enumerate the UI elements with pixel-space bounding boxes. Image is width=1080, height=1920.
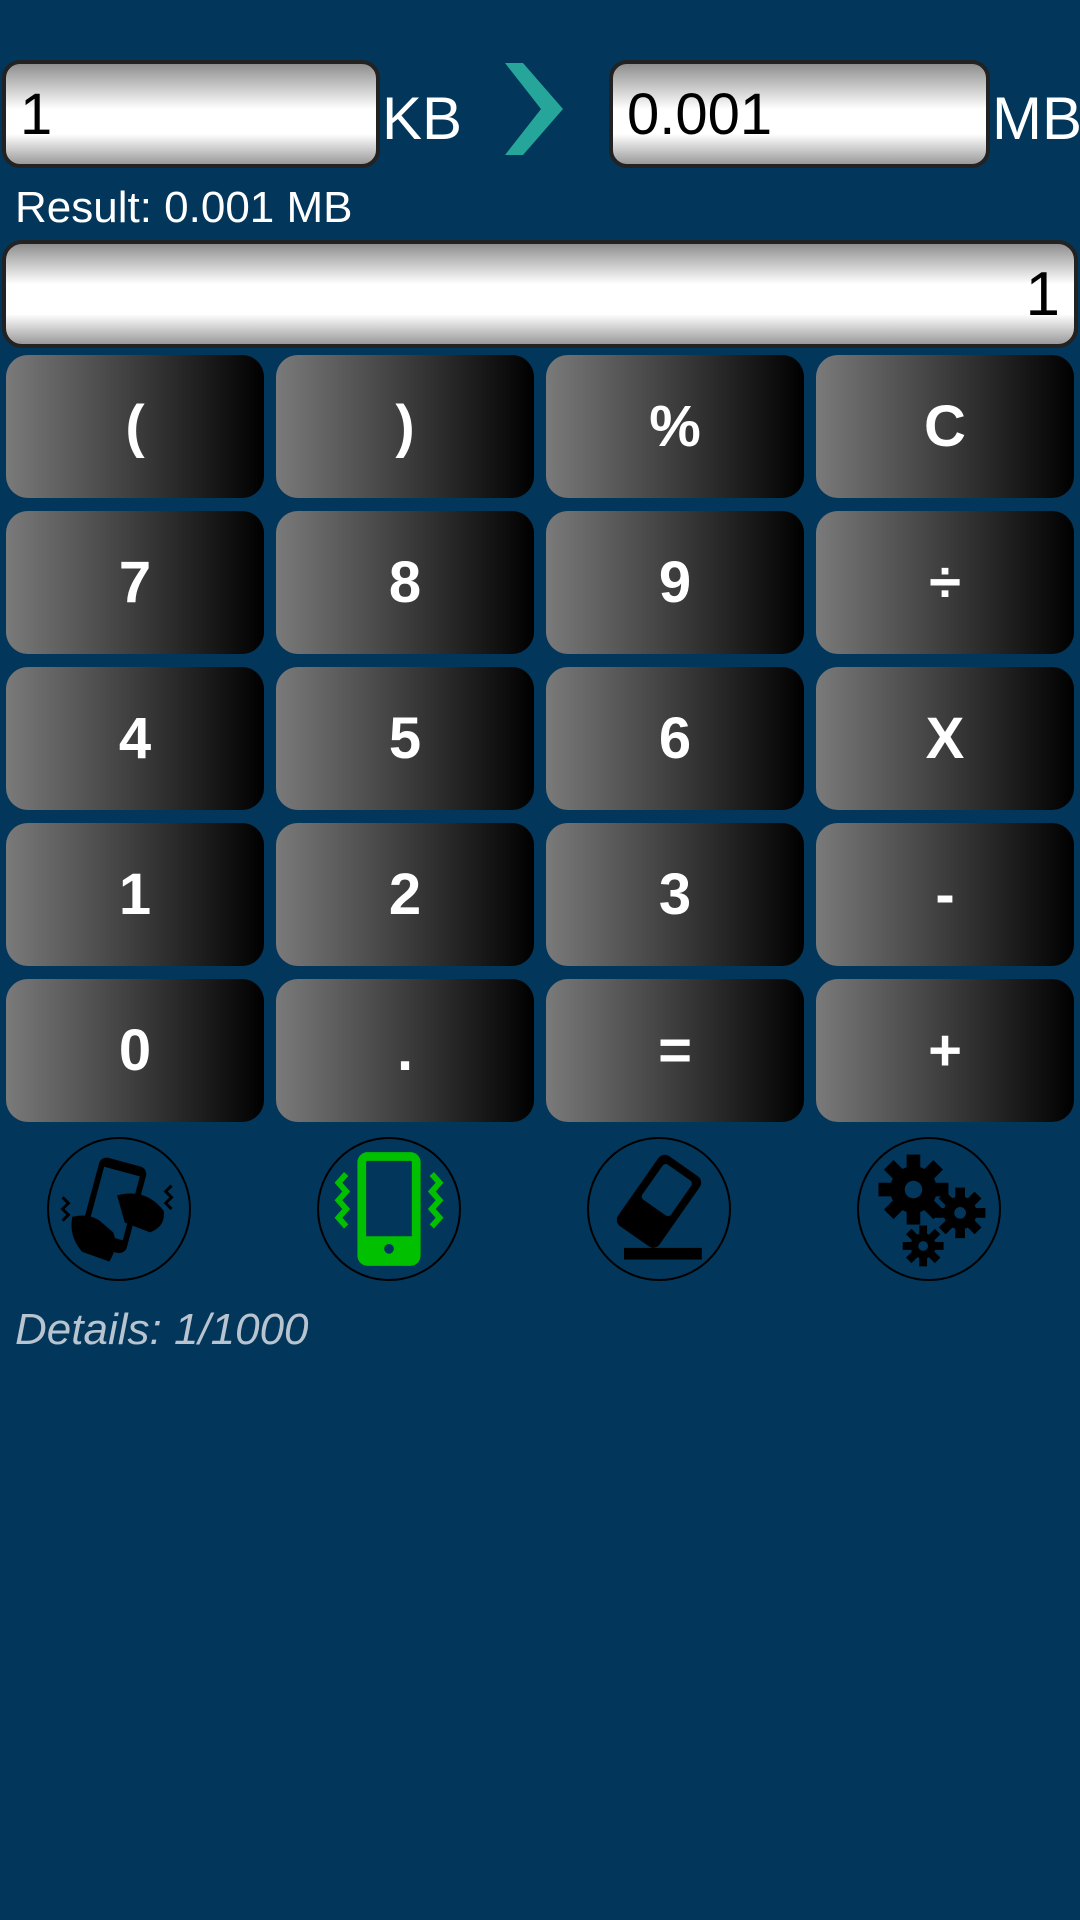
result-text: Result: 0.001 MB <box>15 183 353 232</box>
settings-button[interactable] <box>857 1137 1001 1281</box>
one-key[interactable]: 1 <box>6 823 264 966</box>
from-value: 1 <box>20 81 53 147</box>
shake-phone-icon <box>60 1157 174 1262</box>
minus-key[interactable]: - <box>816 823 1074 966</box>
five-key[interactable]: 5 <box>276 667 534 810</box>
zero-key[interactable]: 0 <box>6 979 264 1122</box>
plus-key[interactable]: + <box>816 979 1074 1122</box>
four-key[interactable]: 4 <box>6 667 264 810</box>
eight-key[interactable]: 8 <box>276 511 534 654</box>
decimal-key[interactable]: . <box>276 979 534 1122</box>
seven-key[interactable]: 7 <box>6 511 264 654</box>
to-value-field[interactable]: 0.001 <box>609 60 990 168</box>
display-value: 1 <box>1025 259 1060 329</box>
equals-key[interactable]: = <box>546 979 804 1122</box>
six-key[interactable]: 6 <box>546 667 804 810</box>
to-unit-label[interactable]: MB <box>992 84 1080 153</box>
open-paren-key[interactable]: ( <box>6 355 264 498</box>
nine-key[interactable]: 9 <box>546 511 804 654</box>
to-value: 0.001 <box>627 81 773 147</box>
divide-key[interactable]: ÷ <box>816 511 1074 654</box>
details-text: Details: 1/1000 <box>15 1305 309 1354</box>
percent-key[interactable]: % <box>546 355 804 498</box>
gears-icon <box>878 1154 986 1267</box>
multiply-key[interactable]: X <box>816 667 1074 810</box>
eraser-icon <box>616 1154 702 1260</box>
convert-arrow-icon[interactable] <box>505 63 563 155</box>
two-key[interactable]: 2 <box>276 823 534 966</box>
close-paren-key[interactable]: ) <box>276 355 534 498</box>
vibrate-phone-icon <box>334 1152 444 1266</box>
calculator-display: 1 <box>2 240 1078 348</box>
three-key[interactable]: 3 <box>546 823 804 966</box>
from-value-field[interactable]: 1 <box>2 60 380 168</box>
shake-button[interactable] <box>47 1137 191 1281</box>
vibrate-button[interactable] <box>317 1137 461 1281</box>
clear-key[interactable]: C <box>816 355 1074 498</box>
keypad: ( ) % C 7 8 9 ÷ 4 5 6 X 1 2 3 - 0 . = + <box>6 355 1074 1122</box>
clear-history-button[interactable] <box>587 1137 731 1281</box>
from-unit-label[interactable]: KB <box>382 84 462 153</box>
